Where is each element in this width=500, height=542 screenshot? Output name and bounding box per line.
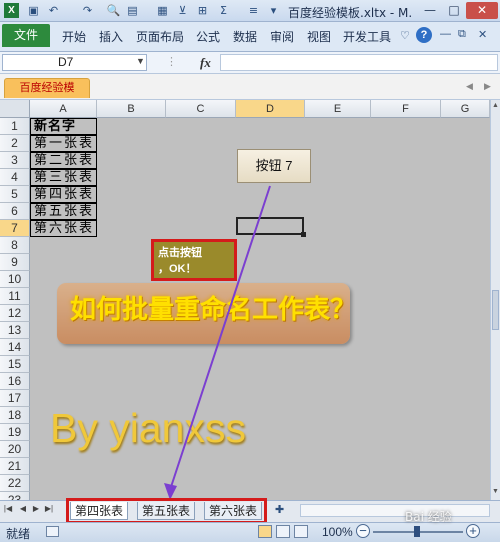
scroll-up-icon[interactable]: ▲ — [492, 102, 499, 109]
formula-bar-divider-icon: ⋮ — [166, 56, 177, 68]
tab-formulas[interactable]: 公式 — [196, 28, 220, 45]
ribbon-minimize-icon[interactable]: — — [440, 28, 451, 40]
scroll-down-icon[interactable]: ▼ — [492, 488, 499, 495]
sheet-tabs-highlight — [66, 498, 267, 524]
ribbon-collapse-icon[interactable]: ♡ — [400, 29, 410, 42]
tab-insert[interactable]: 插入 — [99, 28, 123, 45]
prev-sheet-icon[interactable]: ◀ — [18, 504, 28, 513]
doc-scroll-left-icon[interactable]: ◀ — [466, 81, 473, 92]
format-icon[interactable]: ▦ — [155, 3, 170, 18]
customize-qat-icon[interactable]: ▾ — [266, 3, 281, 18]
horizontal-scrollbar[interactable] — [300, 504, 490, 517]
undo-icon[interactable]: ↶ — [46, 3, 61, 18]
tab-home[interactable]: 开始 — [62, 28, 86, 45]
last-sheet-icon[interactable]: ▶| — [44, 504, 54, 513]
maximize-button[interactable]: □ — [442, 2, 466, 19]
print-preview-icon[interactable]: 🔍 — [106, 3, 121, 18]
page-break-view-icon[interactable] — [294, 525, 308, 538]
filter-icon[interactable]: ⊻ — [175, 3, 190, 18]
new-sheet-tab-icon[interactable]: ✚ — [275, 503, 284, 516]
instruction-callout: 点击按钮 ，OK！ — [151, 239, 237, 281]
next-sheet-icon[interactable]: ▶ — [31, 504, 41, 513]
name-box-dropdown-icon[interactable]: ▼ — [136, 56, 145, 66]
page-layout-view-icon[interactable] — [276, 525, 290, 538]
vertical-scrollbar[interactable]: ▲ ▼ — [490, 100, 500, 500]
zoom-in-icon[interactable]: + — [466, 524, 480, 538]
ribbon-restore-icon[interactable]: ⧉ — [458, 28, 466, 41]
minimize-button[interactable]: — — [418, 2, 442, 19]
file-tab[interactable]: 文件 — [2, 24, 50, 47]
autosum-icon[interactable]: Σ — [216, 3, 231, 18]
tab-developer[interactable]: 开发工具 — [343, 28, 391, 45]
tab-page-layout[interactable]: 页面布局 — [136, 28, 184, 45]
borders-icon[interactable]: ⊞ — [195, 3, 210, 18]
doc-scroll-right-icon[interactable]: ▶ — [484, 81, 491, 92]
help-icon[interactable]: ? — [416, 27, 432, 43]
ribbon-close-icon[interactable]: ✕ — [478, 28, 487, 41]
close-button[interactable]: ✕ — [466, 2, 498, 19]
new-sheet-icon[interactable]: ▤ — [125, 3, 140, 18]
zoom-slider-thumb[interactable] — [414, 526, 420, 537]
insert-function-button[interactable]: fx — [200, 55, 211, 71]
formula-input[interactable] — [220, 54, 498, 71]
save-icon[interactable]: ▣ — [26, 3, 41, 18]
document-tab[interactable]: 百度经验模板.xltx — [4, 78, 90, 113]
title-bar: X ▣ ↶ ↷ 🔍 ▤ ▦ ⊻ ⊞ Σ ≡ ▾ 百度经验模板.xltx - M.… — [0, 0, 500, 22]
align-icon[interactable]: ≡ — [246, 3, 261, 18]
tab-data[interactable]: 数据 — [233, 28, 257, 45]
tab-review[interactable]: 审阅 — [270, 28, 294, 45]
name-box[interactable]: D7 — [2, 54, 147, 71]
tab-view[interactable]: 视图 — [307, 28, 331, 45]
excel-logo-icon: X — [4, 3, 19, 18]
pointer-arrow — [164, 185, 271, 500]
redo-icon[interactable]: ↷ — [80, 3, 95, 18]
zoom-level[interactable]: 100% — [322, 525, 353, 539]
first-sheet-icon[interactable]: |◀ — [3, 504, 13, 513]
scroll-thumb[interactable] — [492, 290, 499, 330]
worksheet-grid[interactable]: A B C D E F G 1 2 3 4 5 6 7 8 9 10 11 12… — [0, 100, 490, 500]
zoom-out-icon[interactable]: − — [356, 524, 370, 538]
window-title: 百度经验模板.xltx - M. — [288, 6, 413, 20]
macro-record-icon[interactable] — [46, 526, 59, 537]
status-ready: 就绪 — [6, 527, 31, 541]
normal-view-icon[interactable] — [258, 525, 272, 538]
baidu-watermark: Bai 经验 — [405, 510, 452, 524]
